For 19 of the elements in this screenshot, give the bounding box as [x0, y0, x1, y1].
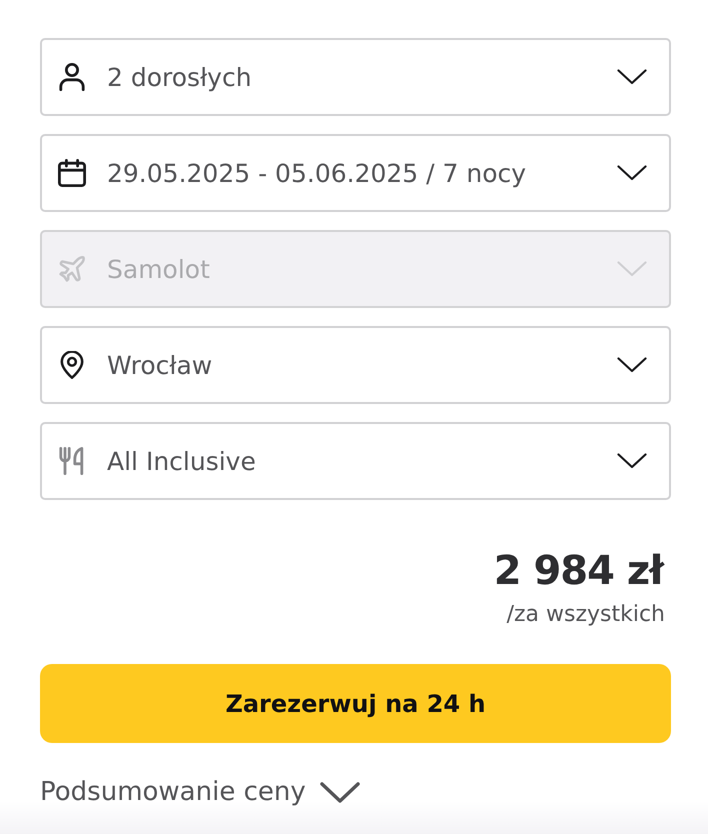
chevron-down-icon — [617, 261, 647, 277]
dropdown-field[interactable]: All Inclusive — [40, 422, 671, 500]
price-amount: 2 984 zł — [494, 551, 663, 591]
chevron-down-icon — [617, 165, 647, 181]
person-icon — [58, 63, 86, 91]
price-note: /za wszystkich — [506, 602, 665, 628]
chevron-down-icon — [617, 453, 647, 469]
chevron-down-icon — [617, 69, 647, 85]
chevron-down-icon — [617, 357, 647, 373]
chevron-down-icon — [320, 782, 360, 804]
price-summary-toggle[interactable]: Podsumowanie ceny — [40, 777, 360, 809]
calendar-icon — [58, 159, 86, 187]
cutlery-icon — [58, 447, 86, 475]
location-pin-icon — [58, 351, 86, 379]
dropdown-field[interactable]: 2 dorosłych — [40, 38, 671, 116]
dropdown-field[interactable]: Wrocław — [40, 326, 671, 404]
dropdown-field[interactable]: 29.05.2025 - 05.06.2025 / 7 nocy — [40, 134, 671, 212]
reserve-button[interactable]: Zarezerwuj na 24 h — [40, 664, 671, 744]
airplane-icon — [58, 255, 86, 283]
